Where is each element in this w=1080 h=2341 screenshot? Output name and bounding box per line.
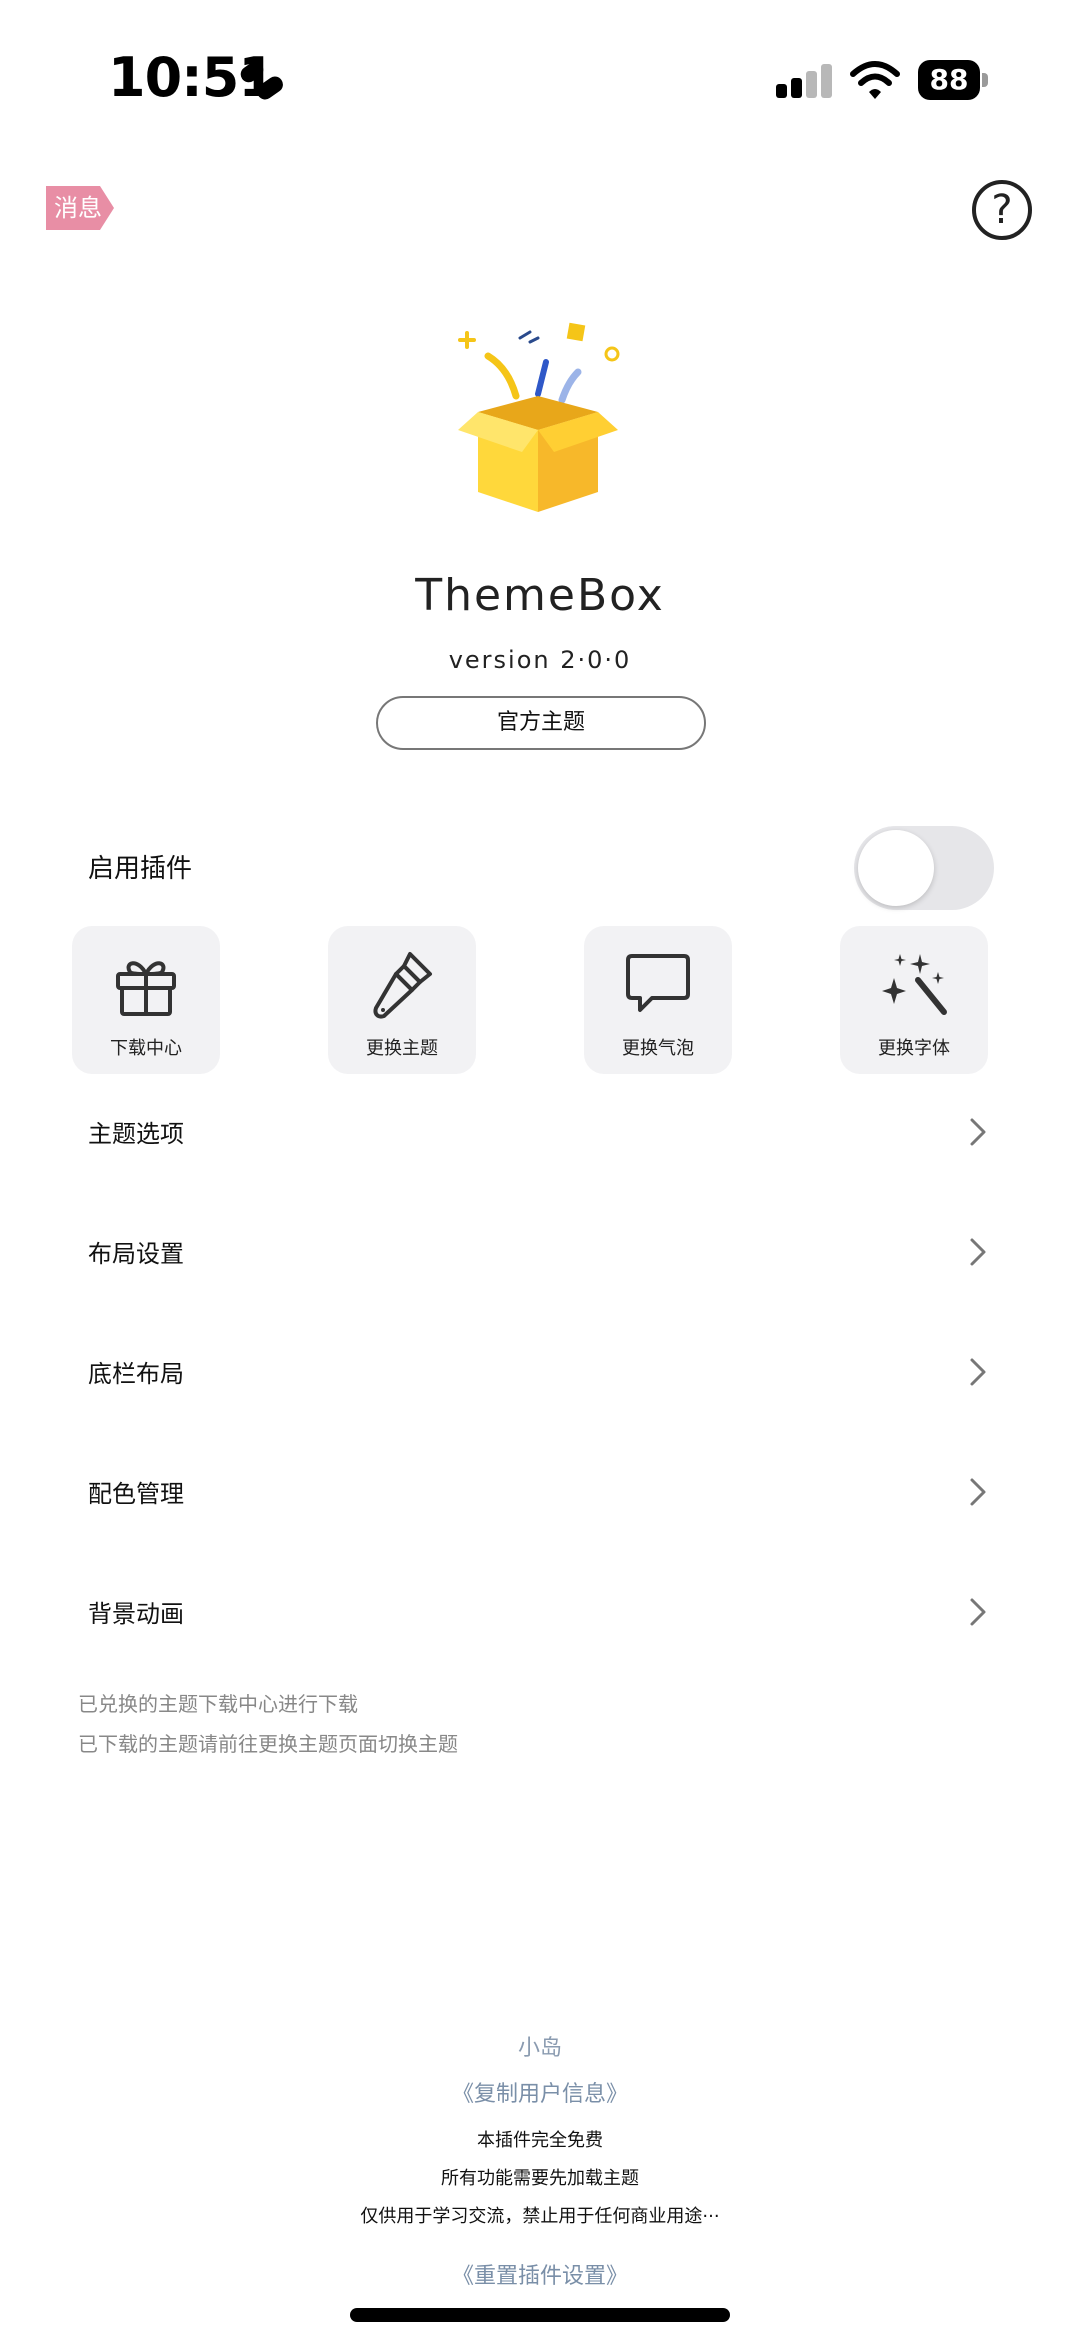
footer-usage-notice: 仅供用于学习交流，禁止用于任何商业用途··· [360, 2206, 720, 2227]
tile-label: 下载中心 [110, 1038, 182, 1059]
tile-change-bubble[interactable]: 更换气泡 [584, 926, 732, 1074]
focus-mode-icon [240, 61, 283, 100]
enable-plugin-toggle[interactable] [854, 826, 994, 910]
chevron-right-icon [970, 1238, 986, 1266]
tile-change-theme[interactable]: 更换主题 [328, 926, 476, 1074]
message-tag-label: 消息 [54, 194, 102, 222]
cellular-signal-icon [776, 64, 832, 98]
enable-plugin-label: 启用插件 [88, 854, 193, 884]
menu-layout-settings[interactable]: 布局设置 [58, 1210, 1010, 1290]
footer-username: 小岛 [517, 2036, 562, 2061]
app-version: version 2·0·0 [448, 646, 632, 674]
tile-label: 更换主题 [366, 1038, 438, 1059]
battery-nub [982, 73, 988, 87]
tile-label: 更换字体 [878, 1038, 950, 1059]
app-name: ThemeBox [415, 570, 665, 621]
help-button[interactable]: ? [972, 180, 1032, 240]
gift-icon [116, 961, 176, 1016]
menu-label: 背景动画 [88, 1600, 184, 1628]
note-download: 已兑换的主题下载中心进行下载 [78, 1692, 358, 1716]
wifi-icon [850, 61, 900, 99]
chevron-right-icon [970, 1358, 986, 1386]
chevron-right-icon [970, 1118, 986, 1146]
menu-label: 底栏布局 [88, 1360, 184, 1388]
battery-level: 88 [918, 60, 980, 100]
chevron-right-icon [970, 1598, 986, 1626]
chevron-right-icon [970, 1478, 986, 1506]
menu-label: 布局设置 [88, 1240, 184, 1268]
battery-indicator: 88 [918, 60, 988, 100]
toggle-knob [858, 830, 934, 906]
footer-free-notice: 本插件完全免费 [477, 2130, 603, 2151]
menu-background-animation[interactable]: 背景动画 [58, 1570, 1010, 1650]
footer-load-theme-notice: 所有功能需要先加载主题 [441, 2168, 639, 2189]
open-box-icon [458, 322, 620, 512]
tile-change-font[interactable]: 更换字体 [840, 926, 988, 1074]
copy-user-info-link[interactable]: 《复制用户信息》 [0, 2076, 1080, 2108]
menu-theme-options[interactable]: 主题选项 [58, 1090, 1010, 1170]
message-tag[interactable]: 消息 [44, 184, 116, 232]
magic-wand-icon [882, 954, 947, 1015]
menu-color-management[interactable]: 配色管理 [58, 1450, 1010, 1530]
menu-bottom-bar-layout[interactable]: 底栏布局 [58, 1330, 1010, 1410]
home-indicator[interactable] [350, 2308, 730, 2322]
official-themes-button[interactable]: 官方主题 [376, 696, 706, 750]
menu-label: 配色管理 [88, 1480, 184, 1508]
reset-settings-link[interactable]: 《重置插件设置》 [0, 2258, 1080, 2290]
tile-download-center[interactable]: 下载中心 [72, 926, 220, 1074]
speech-bubble-icon [626, 954, 690, 1012]
paintbrush-icon [373, 952, 432, 1019]
note-switch-theme: 已下载的主题请前往更换主题页面切换主题 [78, 1732, 458, 1756]
menu-label: 主题选项 [88, 1120, 184, 1148]
tile-label: 更换气泡 [622, 1038, 694, 1059]
